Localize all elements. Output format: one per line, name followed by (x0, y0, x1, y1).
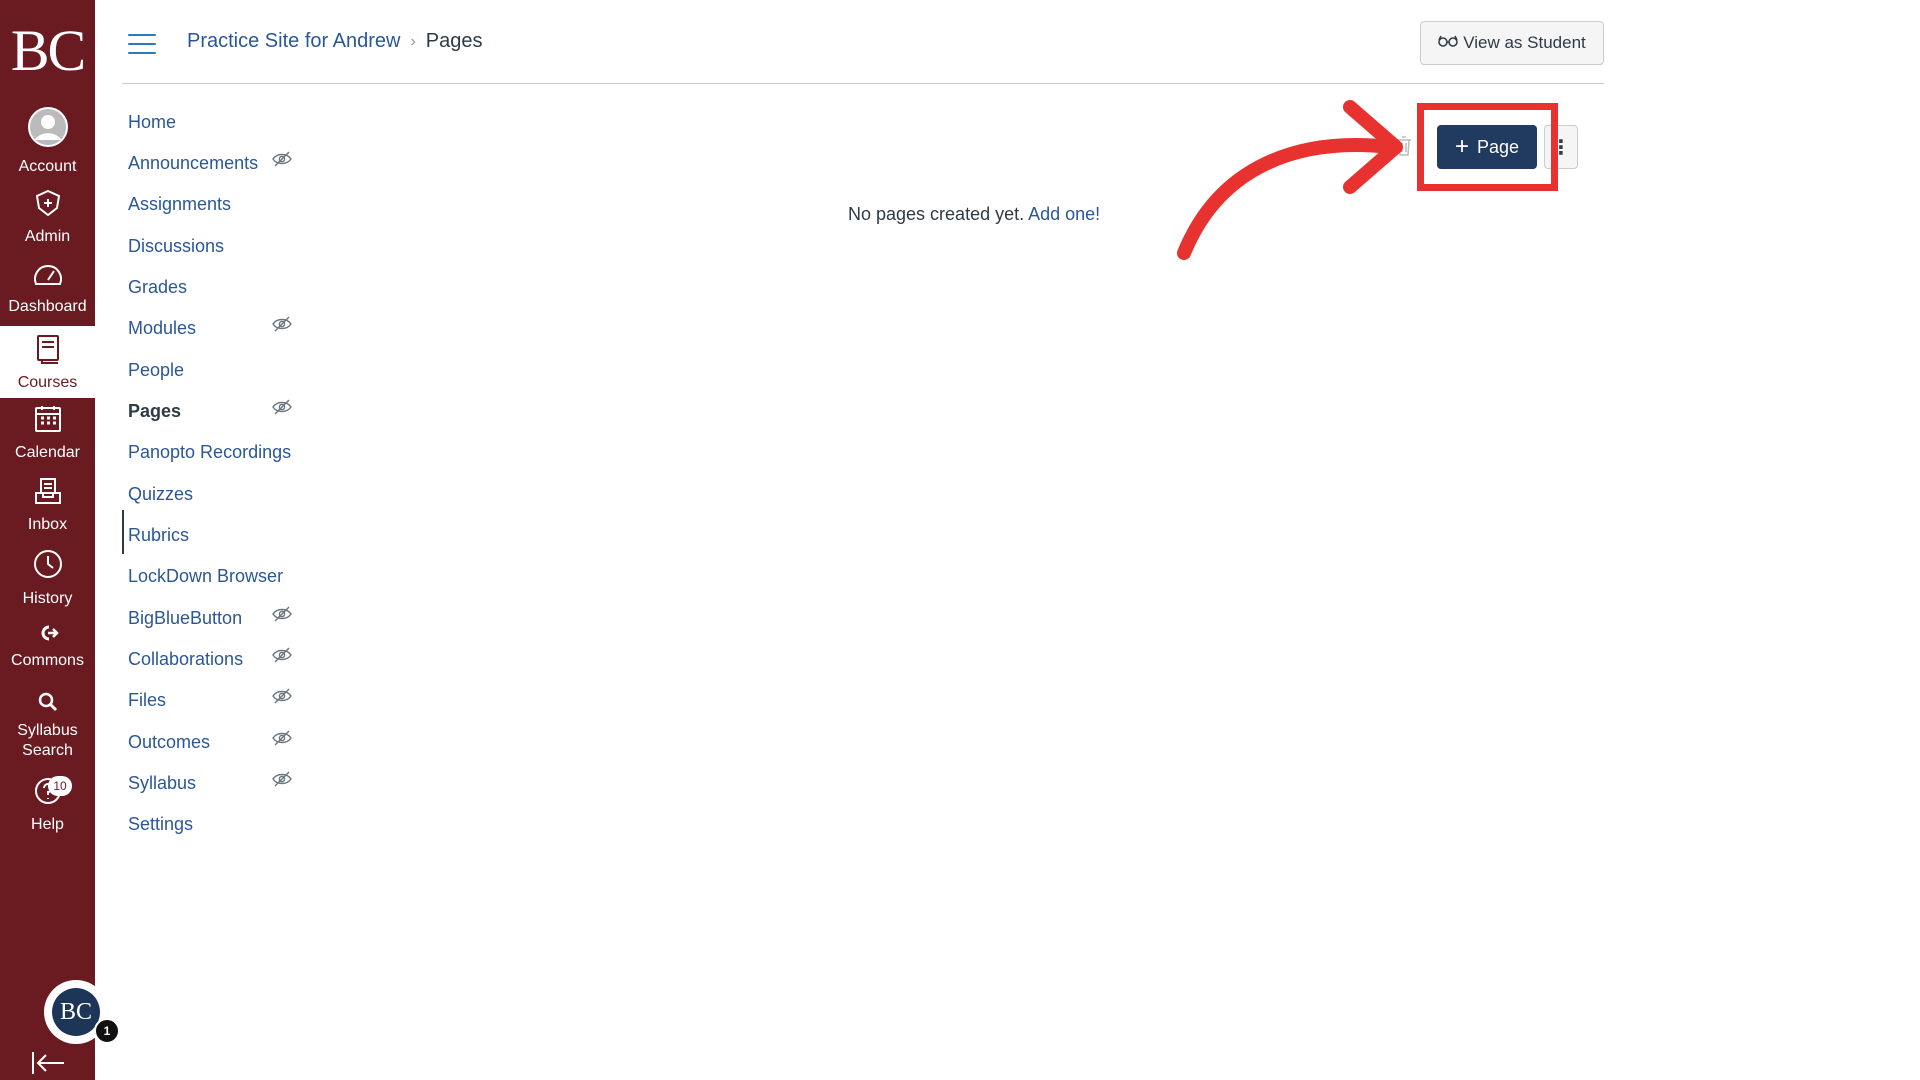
course-nav-grades[interactable]: Grades (128, 277, 187, 298)
view-as-student-label: View as Student (1463, 33, 1586, 52)
course-nav-syllabus[interactable]: Syllabus (128, 773, 196, 794)
breadcrumb: Practice Site for Andrew › Pages (187, 30, 482, 53)
course-nav-people[interactable]: People (128, 360, 184, 381)
glasses-icon (1438, 34, 1458, 52)
nav-inbox[interactable]: Inbox (0, 476, 95, 535)
breadcrumb-chevron-icon: › (410, 32, 416, 50)
nav-courses-label: Courses (17, 374, 78, 391)
course-nav-quizzes[interactable]: Quizzes (128, 484, 193, 505)
nav-dashboard-label: Dashboard (8, 298, 87, 315)
nav-inbox-label: Inbox (27, 516, 68, 533)
course-nav-announcements[interactable]: Announcements (128, 153, 258, 174)
nav-courses[interactable]: Courses (0, 326, 95, 398)
course-nav-modules[interactable]: Modules (128, 318, 196, 339)
course-nav-settings[interactable]: Settings (128, 814, 193, 835)
nav-commons-label: Commons (11, 652, 84, 669)
course-nav-rubrics[interactable]: Rubrics (128, 525, 189, 546)
nav-dashboard[interactable]: Dashboard (0, 260, 95, 317)
nav-help-label: Help (31, 816, 64, 833)
collapse-nav-icon[interactable] (30, 1050, 66, 1076)
help-icon: 10 (0, 776, 95, 811)
dashboard-gauge-icon (0, 260, 95, 293)
eye-off-icon (272, 399, 292, 415)
eye-off-icon (272, 688, 292, 704)
breadcrumb-course-link[interactable]: Practice Site for Andrew (187, 30, 400, 53)
brand-avatar-initials: BC (52, 988, 100, 1036)
eye-off-icon (272, 606, 292, 622)
commons-icon (0, 624, 95, 647)
annotation-highlight-box (1417, 103, 1558, 191)
nav-account-label: Account (18, 158, 77, 175)
help-badge: 10 (48, 776, 72, 796)
eye-off-icon (272, 151, 292, 167)
empty-pages-message: No pages created yet. Add one! (848, 204, 1100, 225)
nav-help[interactable]: 10 Help (0, 776, 95, 835)
nav-history-label: History (22, 590, 73, 607)
empty-message-text: No pages created yet. (848, 204, 1025, 224)
course-nav-lockdown-browser[interactable]: LockDown Browser (128, 566, 283, 587)
bc-logo[interactable]: BC (0, 20, 95, 82)
course-nav-bigbluebutton[interactable]: BigBlueButton (128, 608, 242, 629)
eye-off-icon (272, 730, 292, 746)
syllabus-search-icon (0, 692, 95, 717)
courses-book-icon (0, 334, 95, 369)
course-nav-home[interactable]: Home (128, 112, 176, 133)
course-nav-collaborations[interactable]: Collaborations (128, 649, 243, 670)
nav-account[interactable]: Account (0, 106, 95, 177)
inbox-icon (0, 476, 95, 511)
breadcrumb-current: Pages (425, 30, 483, 52)
admin-shield-icon (0, 188, 95, 223)
calendar-icon (0, 404, 95, 439)
brand-notification-badge: 1 (94, 1018, 120, 1044)
nav-calendar[interactable]: Calendar (0, 404, 95, 463)
add-one-link[interactable]: Add one! (1028, 204, 1100, 224)
nav-history[interactable]: History (0, 548, 95, 609)
nav-commons[interactable]: Commons (0, 624, 95, 671)
nav-admin[interactable]: Admin (0, 188, 95, 247)
active-indicator (122, 510, 124, 554)
eye-off-icon (272, 771, 292, 787)
history-clock-icon (0, 548, 95, 585)
global-nav: BC Account Admin Dashboard Courses Calen… (0, 0, 95, 1080)
annotation-arrow-icon (1177, 100, 1403, 260)
nav-calendar-label: Calendar (15, 444, 80, 461)
course-nav-assignments[interactable]: Assignments (128, 194, 231, 215)
header-divider (122, 83, 1604, 84)
eye-off-icon (272, 316, 292, 332)
course-menu-toggle-icon[interactable] (128, 34, 156, 56)
course-nav-files[interactable]: Files (128, 690, 166, 711)
account-icon (0, 106, 95, 153)
course-nav-pages[interactable]: Pages (128, 401, 181, 422)
course-nav-outcomes[interactable]: Outcomes (128, 732, 210, 753)
nav-syllabus-search-label: Syllabus Search (17, 722, 78, 759)
view-as-student-button[interactable]: View as Student (1420, 21, 1604, 65)
course-nav-discussions[interactable]: Discussions (128, 236, 224, 257)
eye-off-icon (272, 647, 292, 663)
nav-syllabus-search[interactable]: Syllabus Search (0, 692, 95, 761)
nav-admin-label: Admin (24, 228, 71, 245)
course-nav-panopto-recordings[interactable]: Panopto Recordings (128, 442, 291, 463)
